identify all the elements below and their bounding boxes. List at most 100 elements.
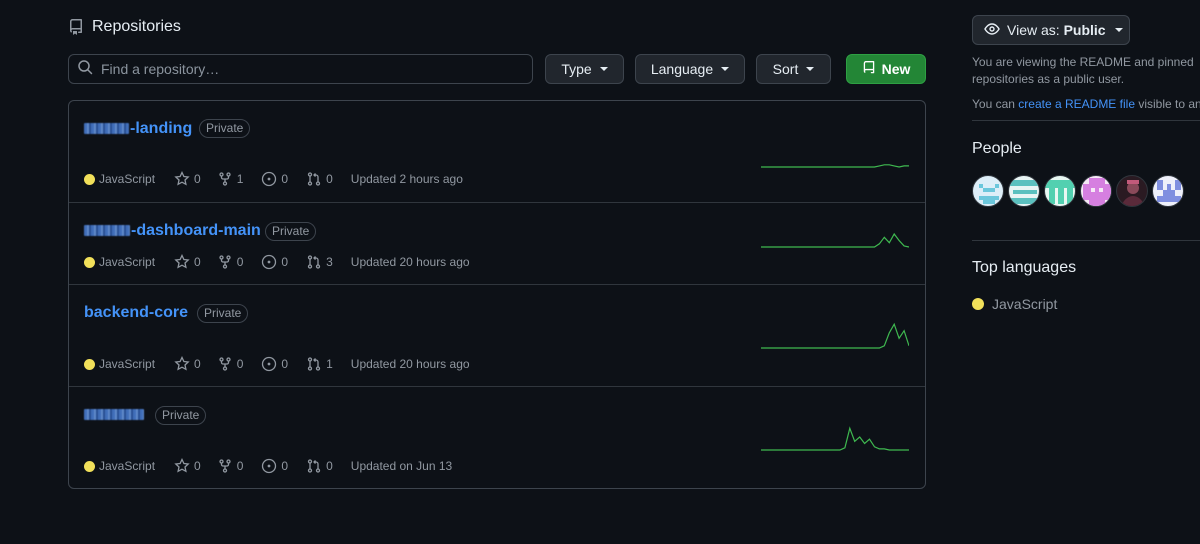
repo-name-link[interactable]: -landing bbox=[84, 120, 192, 138]
repo-name-link[interactable]: -dashboard-main bbox=[84, 222, 261, 240]
stars-link[interactable]: 0 bbox=[174, 171, 201, 187]
issues-count: 0 bbox=[281, 459, 289, 473]
stars-link[interactable]: 0 bbox=[174, 356, 201, 372]
stars-count: 0 bbox=[194, 357, 201, 371]
caret-down-icon bbox=[806, 67, 815, 71]
repo-name-text: -landing bbox=[130, 120, 193, 137]
stars-link[interactable]: 0 bbox=[174, 458, 201, 474]
repo-icon bbox=[68, 19, 84, 35]
language-label: JavaScript bbox=[99, 357, 156, 371]
language-color-dot bbox=[84, 256, 95, 268]
new-label: New bbox=[881, 61, 911, 77]
repo-meta: JavaScript 0 1 0 0 Updated 2 hours ago bbox=[84, 171, 463, 187]
pull-requests-link[interactable]: 0 bbox=[306, 458, 333, 474]
view-as-value: Public bbox=[1063, 22, 1106, 38]
language-color-dot bbox=[84, 173, 95, 185]
avatar[interactable] bbox=[1116, 175, 1148, 207]
issues-count: 0 bbox=[281, 172, 289, 186]
issue-icon bbox=[261, 356, 277, 372]
view-as-prefix: View as: bbox=[1007, 22, 1060, 38]
forks-link[interactable]: 0 bbox=[217, 356, 244, 372]
note-prefix: You can bbox=[972, 97, 1015, 111]
top-language-label: JavaScript bbox=[992, 296, 1058, 312]
issues-count: 0 bbox=[281, 357, 289, 371]
visibility-badge: Private bbox=[199, 119, 251, 138]
avatar[interactable] bbox=[1008, 175, 1040, 207]
repo-name-link[interactable]: backend-core bbox=[84, 304, 188, 322]
search-icon bbox=[77, 59, 93, 80]
filter-row: Find a repository… Type Language Sort Ne… bbox=[68, 54, 926, 84]
sort-dropdown-button[interactable]: Sort bbox=[756, 54, 831, 84]
fork-icon bbox=[217, 458, 233, 474]
repo-meta: JavaScript 0 0 0 3 Updated 20 hours ago bbox=[84, 254, 470, 270]
eye-icon bbox=[984, 21, 1000, 40]
forks-count: 0 bbox=[236, 357, 244, 371]
issues-link[interactable]: 0 bbox=[261, 356, 288, 372]
issues-link[interactable]: 0 bbox=[261, 171, 288, 187]
note-suffix: visible to an bbox=[1138, 97, 1200, 111]
profile-sidebar: View as: Public You are viewing the READ… bbox=[972, 0, 1200, 544]
note-line: repositories as a public user. bbox=[972, 72, 1125, 86]
repo-item: Private JavaScript 0 0 0 0 Updated on Ju… bbox=[69, 386, 925, 488]
avatar[interactable] bbox=[1152, 175, 1184, 207]
repo-icon bbox=[862, 60, 876, 78]
repo-item: -landing Private JavaScript 0 1 0 0 Upda… bbox=[69, 101, 925, 202]
create-readme-link[interactable]: create a README file bbox=[1018, 97, 1135, 111]
pull-request-icon bbox=[306, 254, 322, 270]
language-color-dot bbox=[84, 358, 95, 370]
view-as-dropdown[interactable]: View as: Public bbox=[972, 15, 1130, 45]
updated-time: Updated 20 hours ago bbox=[350, 255, 470, 269]
redacted-name bbox=[84, 409, 144, 421]
search-input[interactable]: Find a repository… bbox=[68, 54, 533, 84]
pull-requests-link[interactable]: 0 bbox=[306, 171, 333, 187]
note-line: You are viewing the README and pinned bbox=[972, 55, 1194, 69]
avatar[interactable] bbox=[1080, 175, 1112, 207]
activity-sparkline bbox=[761, 322, 909, 349]
visibility-badge: Private bbox=[197, 304, 249, 323]
prs-count: 0 bbox=[326, 459, 333, 473]
stars-link[interactable]: 0 bbox=[174, 254, 201, 270]
language-color-dot bbox=[972, 298, 984, 310]
activity-line bbox=[761, 164, 909, 168]
people-avatars bbox=[972, 175, 1184, 207]
sort-label: Sort bbox=[772, 61, 799, 77]
redacted-name bbox=[84, 225, 130, 237]
caret-down-icon bbox=[721, 67, 730, 71]
divider bbox=[972, 120, 1200, 121]
language-dropdown-button[interactable]: Language bbox=[635, 54, 745, 84]
forks-link[interactable]: 1 bbox=[217, 171, 244, 187]
pull-requests-link[interactable]: 1 bbox=[306, 356, 333, 372]
forks-count: 0 bbox=[236, 255, 244, 269]
issues-link[interactable]: 0 bbox=[261, 458, 288, 474]
forks-count: 1 bbox=[236, 172, 244, 186]
repo-item: -dashboard-main Private JavaScript 0 0 0… bbox=[69, 202, 925, 284]
fork-icon bbox=[217, 356, 233, 372]
top-language-item: JavaScript bbox=[972, 296, 1057, 312]
activity-line bbox=[761, 232, 909, 248]
search-placeholder: Find a repository… bbox=[101, 61, 220, 77]
stars-count: 0 bbox=[194, 255, 201, 269]
repo-name-link[interactable] bbox=[84, 406, 145, 424]
new-repo-button[interactable]: New bbox=[846, 54, 926, 84]
repo-name-text: -dashboard-main bbox=[131, 222, 261, 239]
issues-link[interactable]: 0 bbox=[261, 254, 288, 270]
star-icon bbox=[174, 356, 190, 372]
forks-link[interactable]: 0 bbox=[217, 254, 244, 270]
activity-line bbox=[761, 426, 909, 451]
readme-note: You can create a README file visible to … bbox=[972, 96, 1200, 113]
avatar[interactable] bbox=[972, 175, 1004, 207]
activity-sparkline bbox=[761, 164, 909, 168]
type-dropdown-button[interactable]: Type bbox=[545, 54, 624, 84]
issues-count: 0 bbox=[281, 255, 289, 269]
caret-down-icon bbox=[599, 67, 608, 71]
divider bbox=[972, 240, 1200, 241]
redacted-name bbox=[84, 123, 129, 135]
prs-count: 1 bbox=[326, 357, 333, 371]
forks-link[interactable]: 0 bbox=[217, 458, 243, 474]
pull-request-icon bbox=[306, 356, 322, 372]
repo-meta: JavaScript 0 0 0 1 Updated 20 hours ago bbox=[84, 356, 470, 372]
avatar[interactable] bbox=[1044, 175, 1076, 207]
pull-requests-link[interactable]: 3 bbox=[306, 254, 333, 270]
repo-meta: JavaScript 0 0 0 0 Updated on Jun 13 bbox=[84, 458, 452, 474]
pull-request-icon bbox=[306, 458, 322, 474]
